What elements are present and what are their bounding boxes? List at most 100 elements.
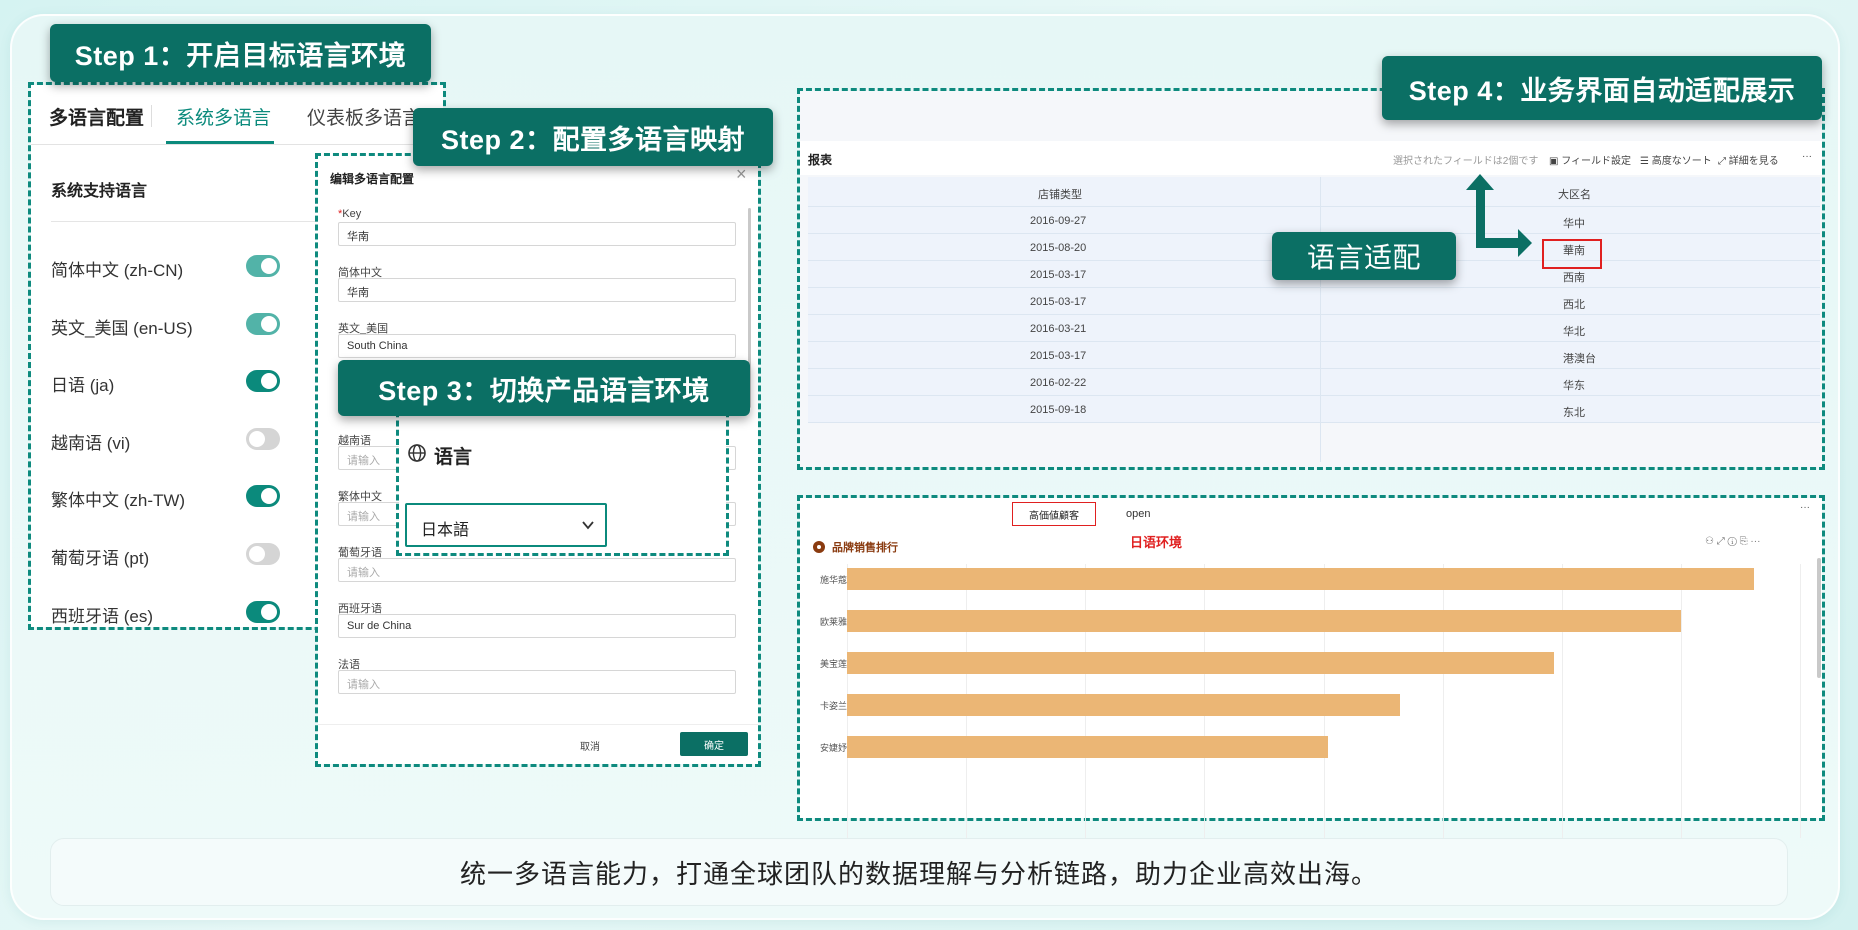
y-tick-label: 美宝莲	[820, 659, 848, 669]
cell-date: 2016-09-27	[1030, 215, 1087, 227]
column-header-store-type[interactable]: 店铺类型	[1038, 186, 1082, 202]
language-label: 西班牙语 (es)	[51, 606, 153, 626]
section-title: 系统支持语言	[51, 183, 148, 200]
y-tick-label: 施华蔻	[820, 575, 848, 585]
language-toggle[interactable]	[246, 427, 280, 450]
tab-system-multilang[interactable]: 系统多语言	[176, 103, 271, 130]
bar[interactable]	[847, 568, 1754, 590]
language-toggle[interactable]	[246, 543, 280, 565]
cell-region: 华北	[1563, 326, 1585, 338]
language-label: 越南语 (vi)	[51, 433, 131, 453]
language-label: 简体中文 (zh-CN)	[51, 261, 184, 280]
language-toggle[interactable]	[246, 485, 280, 508]
cell-date: 2015-03-17	[1030, 296, 1087, 308]
bar[interactable]	[847, 652, 1555, 674]
more-icon[interactable]: ···	[1802, 151, 1812, 162]
toggle-knob	[261, 488, 277, 505]
mapping-input[interactable]: South China	[338, 334, 736, 358]
cell-region: 东北	[1563, 407, 1585, 419]
highlight-box	[1542, 239, 1602, 269]
language-label: 日语 (ja)	[51, 376, 115, 396]
mapping-input[interactable]: 华南	[338, 222, 736, 246]
language-heading: 语言	[434, 447, 473, 468]
table-row[interactable]: 2015-09-18 东北	[808, 396, 1820, 423]
table-row[interactable]: 2016-03-21 华北	[808, 315, 1820, 342]
view-details-button[interactable]: ⤢ 詳細を見る	[1718, 152, 1779, 167]
cell-date: 2015-03-17	[1030, 269, 1087, 281]
bar[interactable]	[847, 736, 1328, 758]
toggle-knob	[249, 430, 265, 447]
mapping-input[interactable]: 华南	[338, 278, 736, 302]
table-row[interactable]: 2016-09-27 华中	[808, 207, 1820, 234]
cell-date: 2016-02-22	[1030, 377, 1087, 389]
language-toggle[interactable]	[246, 370, 280, 393]
section-divider	[51, 221, 331, 222]
step3-badge: Step 3：切换产品语言环境	[338, 360, 750, 416]
report-header: 报表 選択されたフィールドは2個です ▣ フィールド設定 ☰ 高度なソート ⤢ …	[800, 141, 1822, 175]
table-row[interactable]: 2015-03-17 西北	[808, 288, 1820, 315]
bar[interactable]	[847, 610, 1682, 632]
mapping-input[interactable]: 请输入	[338, 558, 736, 582]
y-tick-label: 欧莱雅	[820, 617, 848, 627]
table-row[interactable]: 2016-02-22 华东	[808, 369, 1820, 396]
grid-line	[1561, 564, 1563, 838]
cell-region: 西南	[1563, 272, 1585, 284]
cell-date: 2015-09-18	[1030, 404, 1087, 416]
cell-region: 华东	[1563, 380, 1585, 392]
active-tab-underline	[166, 141, 274, 144]
selected-fields-text: 選択されたフィールドは2個です	[1393, 156, 1539, 167]
cell-date: 2015-03-17	[1030, 350, 1087, 362]
y-tick-label: 卡姿兰	[820, 701, 848, 711]
table-header-row: 店铺类型 大区名	[808, 177, 1820, 207]
toggle-knob	[261, 373, 277, 390]
brand-chart-card: 高価値顧客 open ··· 日语环境 品牌销售排行 ⚇ ⤢ ⓘ ⎘ ··· 施…	[800, 498, 1822, 838]
toggle-knob	[261, 603, 277, 620]
language-toggle[interactable]	[246, 312, 280, 335]
close-icon[interactable]: ×	[736, 164, 747, 185]
step2-badge: Step 2：配置多语言映射	[413, 108, 773, 166]
globe-icon	[407, 443, 427, 463]
tab-dashboard-multilang[interactable]: 仪表板多语言	[307, 103, 421, 130]
column-header-region[interactable]: 大区名	[1558, 186, 1591, 202]
view-details-label: 詳細を見る	[1728, 156, 1779, 167]
tab-divider	[151, 105, 152, 127]
toggle-knob	[261, 258, 277, 274]
panel-switch-language: 语言 日本語	[396, 402, 729, 556]
grid-line	[1800, 564, 1801, 838]
field-settings-button[interactable]: ▣ フィールド設定	[1549, 152, 1631, 167]
table-row[interactable]: 2015-03-17 港澳台	[808, 342, 1820, 369]
language-label: 葡萄牙语 (pt)	[51, 549, 150, 568]
cell-date: 2015-08-20	[1030, 242, 1087, 254]
chevron-down-icon	[581, 518, 595, 532]
grid-line	[1442, 564, 1444, 838]
bottom-caption: 统一多语言能力，打通全球团队的数据理解与分析链路，助力企业高效出海。	[50, 838, 1788, 906]
toggle-knob	[261, 315, 277, 332]
dialog-title: 编辑多语言配置	[330, 172, 415, 186]
language-toggle[interactable]	[246, 600, 280, 623]
cancel-button[interactable]: 取消	[580, 738, 600, 753]
language-switcher: 语言 日本語	[399, 405, 726, 553]
step1-badge: Step 1：开启目标语言环境	[50, 24, 431, 82]
mapping-input[interactable]: 请输入	[338, 670, 736, 694]
y-tick-label: 安婕妤	[820, 743, 848, 753]
language-adapt-callout: 语言适配	[1272, 232, 1456, 280]
language-label: 英文_美国 (en-US)	[51, 318, 193, 338]
language-select-value: 日本語	[421, 522, 470, 539]
step4-badge: Step 4：业务界面自动适配展示	[1382, 56, 1822, 120]
language-toggle[interactable]	[246, 255, 280, 277]
cell-region: 西北	[1563, 299, 1585, 311]
bar[interactable]	[847, 694, 1401, 716]
cell-region: 华中	[1563, 218, 1585, 230]
column-separator	[1320, 177, 1321, 462]
mapping-input[interactable]: Sur de China	[338, 614, 736, 638]
advanced-sort-button[interactable]: ☰ 高度なソート	[1640, 152, 1712, 167]
advanced-sort-label: 高度なソート	[1651, 156, 1712, 167]
toggle-knob	[249, 546, 265, 562]
cell-region: 港澳台	[1563, 353, 1596, 365]
tab-multilang-config[interactable]: 多语言配置	[49, 103, 144, 130]
bar-chart: 施华蔻欧莱雅美宝莲卡姿兰安婕妤	[800, 498, 1822, 838]
ok-button[interactable]: 确定	[680, 732, 748, 756]
field-label: *Key	[338, 208, 361, 220]
language-select[interactable]: 日本語	[405, 503, 607, 547]
field-settings-label: フィールド設定	[1561, 156, 1632, 167]
